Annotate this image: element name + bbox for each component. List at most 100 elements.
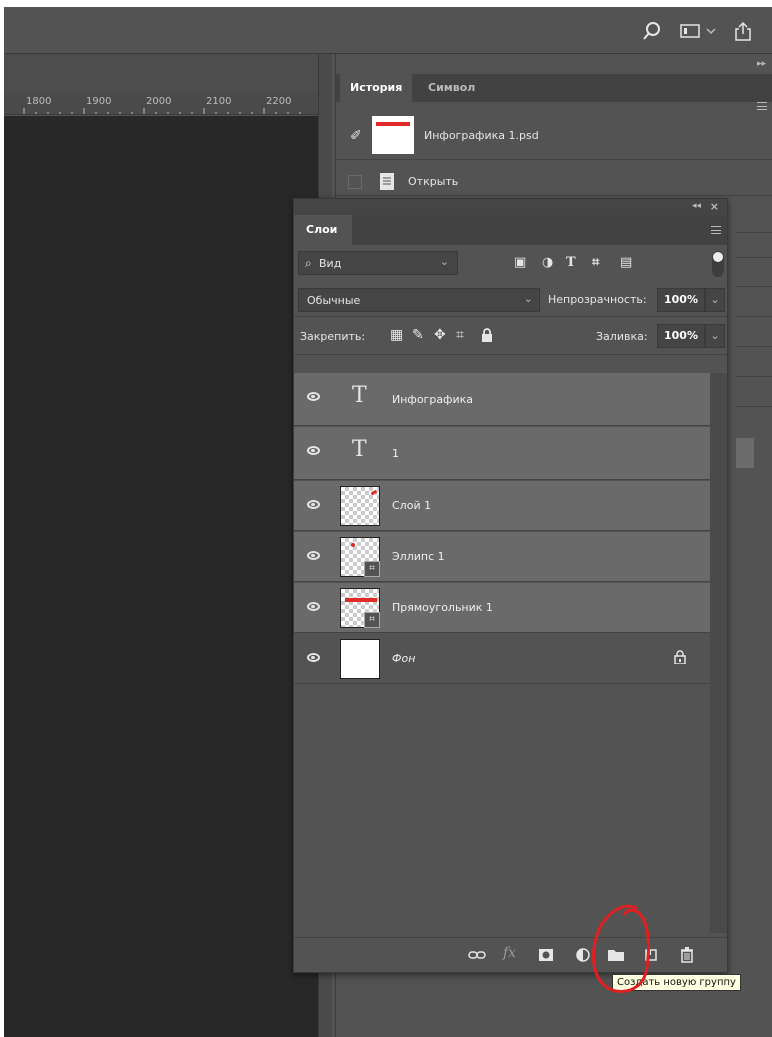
history-brush-icon[interactable]: ✐ — [350, 128, 362, 144]
layer-filter-row: ⌕ Вид ⌄ ▣ ◑ T ⌗ ▤ — [294, 245, 727, 281]
layer-thumbnail — [340, 639, 380, 679]
link-icon[interactable] — [468, 948, 486, 962]
panel-menu-icon[interactable] — [757, 102, 767, 110]
visibility-eye-icon[interactable] — [307, 602, 320, 611]
layer-name[interactable]: Слой 1 — [392, 499, 431, 512]
layers-panel-tabs: Слои — [294, 215, 727, 245]
fill-label: Заливка: — [596, 330, 648, 343]
divider — [736, 316, 772, 317]
snapshot-thumbnail — [372, 116, 414, 154]
visibility-eye-icon[interactable] — [307, 392, 320, 401]
collapse-icon[interactable]: ◂◂ — [692, 201, 701, 211]
close-icon[interactable]: × — [710, 200, 719, 213]
layer-thumbnail: ⌗ — [340, 537, 380, 577]
horizontal-ruler: 1800 1900 2000 2100 2200 — [4, 93, 332, 115]
visibility-eye-icon[interactable] — [307, 446, 320, 455]
history-snapshot[interactable]: ✐ Инфографика 1.psd — [336, 112, 772, 160]
filter-pixel-icon[interactable]: ▣ — [514, 255, 526, 270]
blend-mode-value: Обычные — [307, 294, 361, 307]
visibility-eye-icon[interactable] — [307, 551, 320, 560]
layer-row[interactable]: ⌗ Прямоугольник 1 — [294, 583, 710, 633]
layer-row[interactable]: Фон — [294, 634, 710, 684]
layer-row[interactable]: T 1 — [294, 427, 710, 480]
search-icon[interactable] — [642, 21, 662, 41]
filter-smart-object-icon[interactable]: ▤ — [620, 255, 632, 270]
opacity-dropdown-button[interactable]: ⌄ — [705, 288, 725, 312]
vector-shape-icon: ⌗ — [364, 612, 380, 628]
layers-scrollbar[interactable] — [710, 373, 727, 933]
lock-icon[interactable] — [674, 650, 686, 664]
photoshop-window: 1800 1900 2000 2100 2200 ▸▸ История Симв… — [4, 7, 772, 1037]
text-layer-icon: T — [352, 437, 367, 462]
history-state-label: Открыть — [408, 175, 459, 188]
top-toolbar — [4, 7, 772, 54]
blend-mode-select[interactable]: Обычные ⌄ — [298, 288, 540, 312]
filter-type-icon[interactable]: T — [566, 255, 576, 270]
lock-artboard-icon[interactable]: ⌗ — [456, 327, 464, 343]
share-icon[interactable] — [733, 21, 753, 41]
history-state-open[interactable]: Открыть — [336, 168, 772, 196]
visibility-eye-icon[interactable] — [307, 653, 320, 662]
divider — [736, 257, 772, 258]
layers-footer: fx — [294, 937, 727, 971]
chevron-down-icon: ⌄ — [523, 292, 533, 305]
filter-adjustment-icon[interactable]: ◑ — [542, 255, 553, 270]
divider — [736, 406, 772, 407]
vector-shape-icon: ⌗ — [364, 561, 380, 577]
ruler-ticks — [23, 108, 301, 114]
lock-transparency-icon[interactable]: ▦ — [390, 327, 403, 343]
ruler-tick-label: 1800 — [26, 96, 52, 107]
fill-input[interactable]: 100% — [657, 324, 705, 348]
layer-name[interactable]: Эллипс 1 — [392, 550, 445, 563]
divider — [736, 346, 772, 347]
lock-label: Закрепить: — [300, 330, 366, 343]
layer-name[interactable]: Прямоугольник 1 — [392, 601, 493, 614]
search-icon: ⌕ — [305, 256, 312, 270]
divider — [736, 286, 772, 287]
snapshot-label: Инфографика 1.psd — [424, 129, 539, 142]
lock-row: Закрепить: ▦ ✎ ✥ ⌗ Заливка: 100% ⌄ — [294, 317, 727, 355]
history-source-checkbox[interactable] — [348, 175, 362, 189]
layer-thumbnail: ⌗ — [340, 588, 380, 628]
ruler-tick-label: 2100 — [206, 96, 232, 107]
trash-icon[interactable] — [680, 947, 694, 963]
opacity-label: Непрозрачность: — [548, 293, 647, 306]
filter-shape-icon[interactable]: ⌗ — [592, 255, 599, 270]
filter-kind-label: Вид — [319, 257, 342, 270]
layer-row[interactable]: T Инфографика — [294, 373, 710, 426]
document-canvas[interactable] — [4, 116, 332, 1037]
document-icon — [380, 173, 394, 190]
fill-dropdown-button[interactable]: ⌄ — [705, 324, 725, 348]
ruler-tick-label: 2200 — [266, 96, 292, 107]
layer-row[interactable]: Слой 1 — [294, 481, 710, 531]
opacity-input[interactable]: 100% — [657, 288, 705, 312]
fx-icon[interactable]: fx — [503, 945, 516, 961]
document-tab-strip — [4, 54, 318, 93]
layer-name[interactable]: 1 — [392, 447, 399, 460]
filter-toggle[interactable] — [712, 251, 724, 277]
layer-name[interactable]: Инфографика — [392, 393, 473, 406]
lock-brush-icon[interactable]: ✎ — [412, 327, 424, 343]
layers-panel: ◂◂ × Слои ⌕ Вид ⌄ ▣ ◑ T ⌗ ▤ Обычные ⌄ Не… — [293, 198, 728, 973]
blend-row: Обычные ⌄ Непрозрачность: 100% ⌄ — [294, 283, 727, 317]
tab-character[interactable]: Символ — [418, 74, 485, 102]
collapse-panels-icon[interactable]: ▸▸ — [757, 59, 766, 69]
workspace-icon[interactable] — [680, 21, 702, 41]
lock-move-icon[interactable]: ✥ — [434, 327, 446, 343]
tab-history[interactable]: История — [340, 74, 413, 102]
mask-icon[interactable] — [538, 948, 554, 962]
layers-panel-titlebar[interactable]: ◂◂ × — [294, 199, 727, 215]
lock-all-icon[interactable] — [480, 328, 494, 342]
panel-menu-icon[interactable] — [711, 226, 721, 234]
tab-layers[interactable]: Слои — [294, 215, 352, 245]
layer-name[interactable]: Фон — [392, 652, 415, 665]
layer-row[interactable]: ⌗ Эллипс 1 — [294, 532, 710, 582]
chevron-down-icon[interactable] — [705, 21, 717, 41]
filter-kind-select[interactable]: ⌕ Вид ⌄ — [298, 251, 458, 275]
history-panel-tabs: История Символ — [336, 74, 772, 110]
divider — [736, 232, 772, 233]
history-scrollbar-thumb[interactable] — [736, 438, 754, 468]
visibility-eye-icon[interactable] — [307, 500, 320, 509]
text-layer-icon: T — [352, 383, 367, 408]
layer-list: T Инфографика T 1 Слой 1 ⌗ Эллипс 1 ⌗ Пр… — [294, 373, 710, 933]
